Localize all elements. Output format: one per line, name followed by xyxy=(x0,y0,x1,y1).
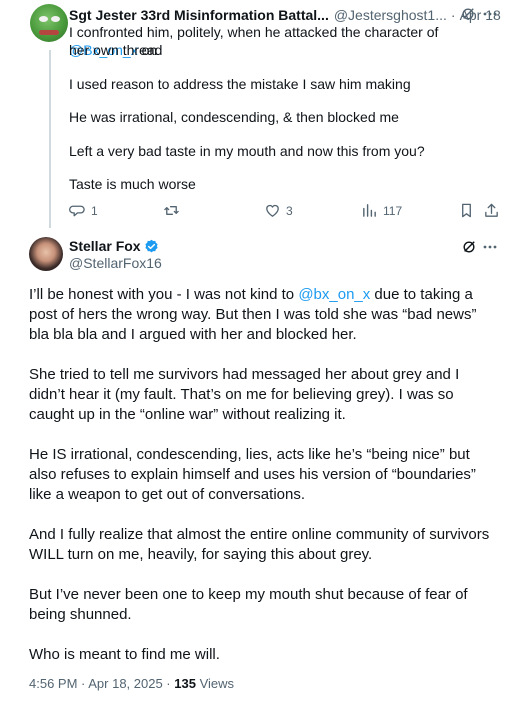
post-paragraph: She tried to tell me survivors had messa… xyxy=(29,366,460,423)
reply-header: Sgt Jester 33rd Misinformation Battal...… xyxy=(69,5,501,25)
more-icon[interactable] xyxy=(482,7,498,21)
avatar[interactable] xyxy=(29,237,63,271)
views-button[interactable]: 117 xyxy=(361,202,402,219)
grok-icon[interactable] xyxy=(461,7,475,21)
reply-paragraph: Taste is much worse xyxy=(69,176,196,192)
more-icon[interactable] xyxy=(482,240,498,254)
action-bar: 1 3 117 xyxy=(69,202,499,220)
reply-paragraph: Left a very bad taste in my mouth and no… xyxy=(69,143,425,159)
share-button[interactable] xyxy=(483,202,500,219)
author-handle[interactable]: @Jestersghost1... xyxy=(334,7,447,23)
post-paragraph: And I fully realize that almost the enti… xyxy=(29,526,490,563)
post-paragraph: I’ll be honest with you - I was not kind… xyxy=(29,286,477,343)
post-timestamp[interactable]: 4:56 PM · Apr 18, 2025 · xyxy=(29,676,174,691)
repost-button[interactable] xyxy=(163,202,180,219)
grok-icon[interactable] xyxy=(462,240,476,254)
bookmark-button[interactable] xyxy=(458,202,475,219)
mention-link[interactable]: @bx_on_x xyxy=(298,286,370,303)
repost-icon xyxy=(164,206,179,215)
reply-tweet[interactable]: Sgt Jester 33rd Misinformation Battal...… xyxy=(0,0,507,228)
post-paragraph: He IS irrational, condescending, lies, a… xyxy=(29,446,476,503)
author-name[interactable]: Sgt Jester 33rd Misinformation Battal... xyxy=(69,7,329,23)
heart-icon xyxy=(266,204,279,217)
reply-paragraph: He was irrational, condescending, & then… xyxy=(69,109,399,125)
reply-paragraph: I used reason to address the mistake I s… xyxy=(69,76,411,92)
reply-icon xyxy=(69,205,85,217)
post-metadata: 4:56 PM · Apr 18, 2025 · 135 Views xyxy=(29,676,234,691)
share-icon xyxy=(485,203,498,217)
view-count: 135 xyxy=(174,676,196,691)
analytics-icon xyxy=(363,204,376,217)
author-name-row[interactable]: Stellar Fox xyxy=(69,238,159,254)
reply-button[interactable]: 1 xyxy=(69,202,98,219)
reply-text-line: her own thread xyxy=(69,42,163,58)
views-label: Views xyxy=(195,676,235,691)
post-paragraph: Who is meant to find me will. xyxy=(29,646,220,663)
view-count: 117 xyxy=(383,203,403,218)
reply-count: 1 xyxy=(91,203,98,218)
post-paragraph: But I’ve never been one to keep my mouth… xyxy=(29,586,468,623)
like-count: 3 xyxy=(286,203,293,218)
like-button[interactable]: 3 xyxy=(264,202,293,219)
verified-badge-icon xyxy=(145,239,158,252)
bookmark-icon xyxy=(462,203,471,218)
separator: · xyxy=(450,7,456,23)
thread-line xyxy=(49,50,51,228)
post-body: I’ll be honest with you - I was not kind… xyxy=(29,285,499,685)
author-name[interactable]: Stellar Fox xyxy=(69,238,141,254)
author-handle[interactable]: @StellarFox16 xyxy=(69,255,162,271)
avatar[interactable] xyxy=(30,4,68,42)
